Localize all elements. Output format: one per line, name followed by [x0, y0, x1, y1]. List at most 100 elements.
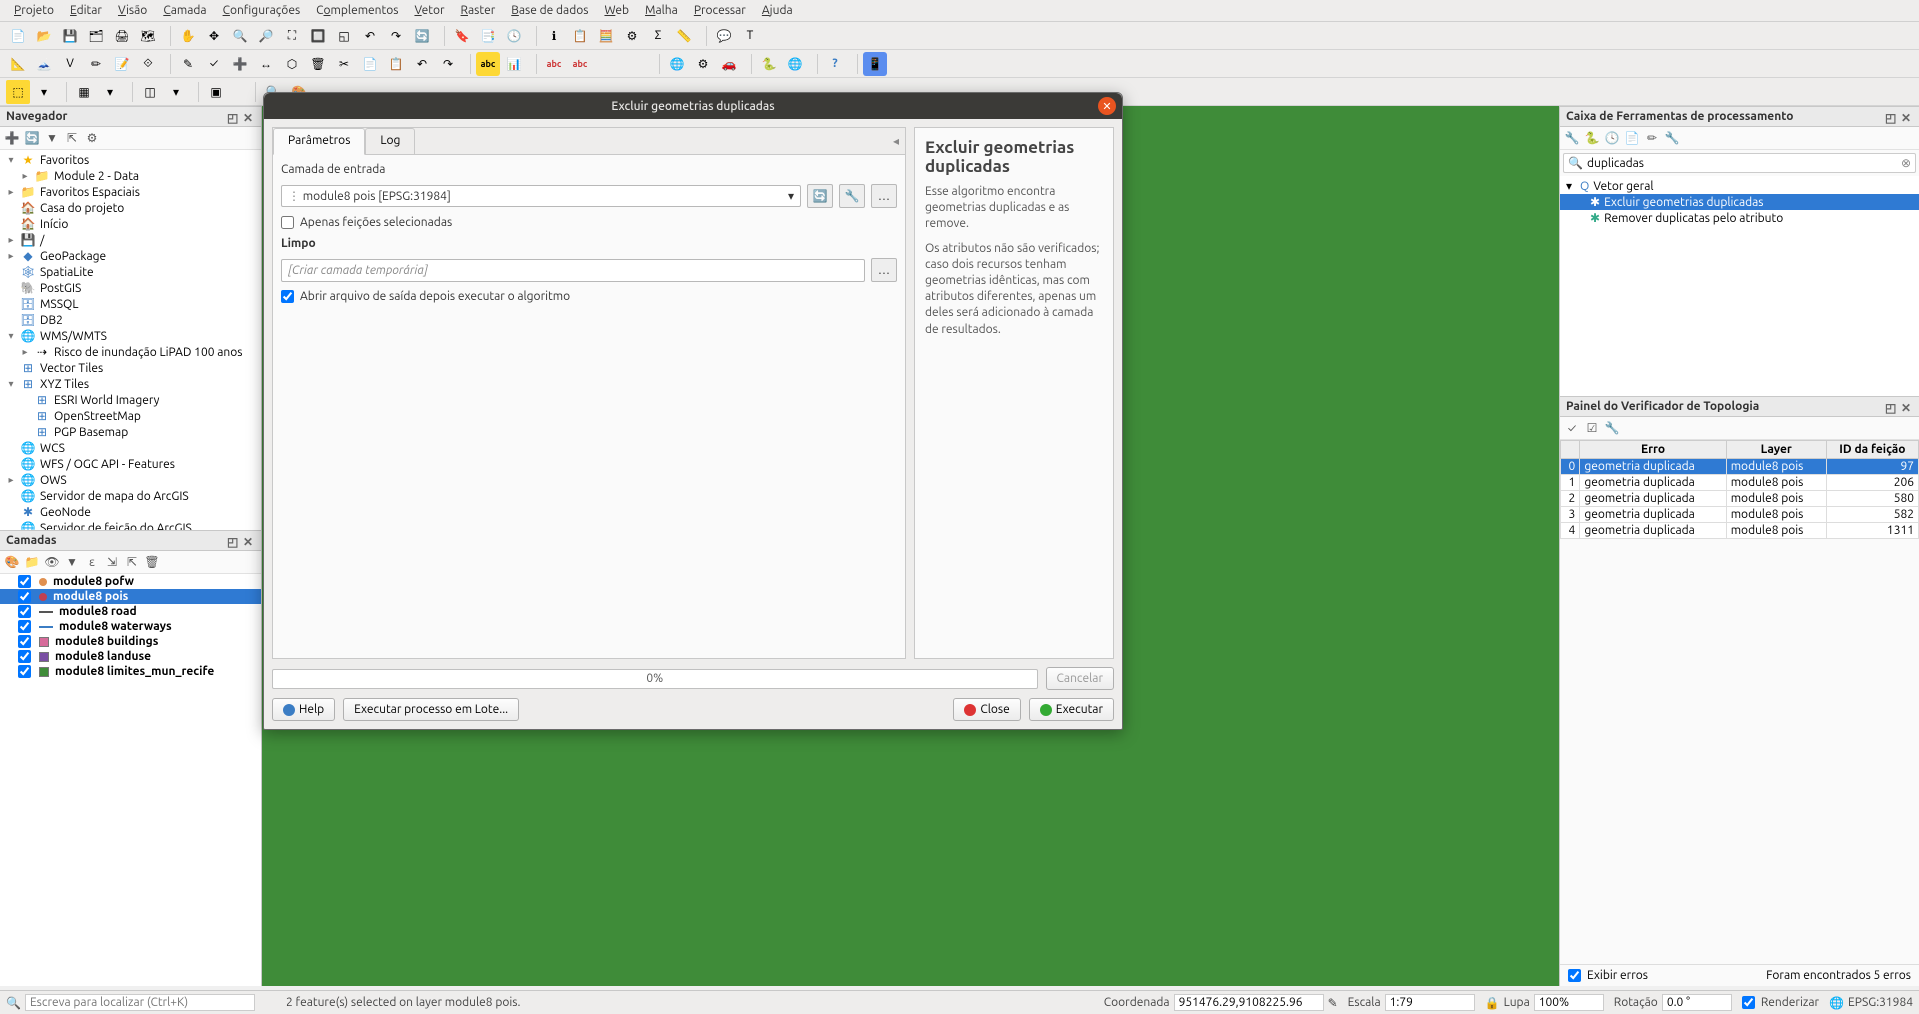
- measure-icon[interactable]: 📏: [672, 24, 696, 48]
- menu-camada[interactable]: Camada: [155, 2, 214, 19]
- browser-item[interactable]: ⊞PGP Basemap: [0, 424, 261, 440]
- new-bookmark-icon[interactable]: 🔖: [450, 24, 474, 48]
- crs-label[interactable]: EPSG:31984: [1848, 996, 1913, 1009]
- layers-style-icon[interactable]: 🎨: [4, 554, 20, 570]
- topology-config-icon[interactable]: 🔧: [1604, 420, 1620, 436]
- browser-item[interactable]: ▾⊞XYZ Tiles: [0, 376, 261, 392]
- browser-item[interactable]: ▾★Favoritos: [0, 152, 261, 168]
- toolbox-model-icon[interactable]: 🔧: [1564, 130, 1580, 146]
- plugins-icon[interactable]: 🌐: [783, 52, 807, 76]
- browser-item[interactable]: ⊞OpenStreetMap: [0, 408, 261, 424]
- output-input[interactable]: [Criar camada temporária]: [281, 259, 865, 282]
- toolbox-results-icon[interactable]: 📄: [1624, 130, 1640, 146]
- select-expr-icon[interactable]: ▾: [98, 80, 122, 104]
- open-after-checkbox[interactable]: Abrir arquivo de saída depois executar o…: [281, 290, 897, 303]
- dialog-titlebar[interactable]: Excluir geometrias duplicadas ✕: [264, 93, 1122, 119]
- browser-item[interactable]: ▸💾/: [0, 232, 261, 248]
- save-edits-icon[interactable]: ✓: [202, 52, 226, 76]
- zoom-last-icon[interactable]: ↶: [358, 24, 382, 48]
- zoom-selection-icon[interactable]: 🔲: [306, 24, 330, 48]
- toolbox-script-icon[interactable]: 🐍: [1584, 130, 1600, 146]
- render-toggle[interactable]: Renderizar: [1742, 996, 1819, 1009]
- output-browse-button[interactable]: …: [871, 258, 897, 282]
- add-vector-icon[interactable]: 📐: [6, 52, 30, 76]
- browser-item[interactable]: ⊞Vector Tiles: [0, 360, 261, 376]
- search-clear-icon[interactable]: ⊗: [1901, 156, 1911, 170]
- layers-add-group-icon[interactable]: 📁: [24, 554, 40, 570]
- paste-icon[interactable]: 📋: [384, 52, 408, 76]
- layer-row[interactable]: module8 waterways: [0, 619, 261, 634]
- zoom-next-icon[interactable]: ↷: [384, 24, 408, 48]
- browser-item[interactable]: 🌐Servidor de feição do ArcGIS: [0, 520, 261, 530]
- zoom-in-icon[interactable]: 🔍: [228, 24, 252, 48]
- pan-selection-icon[interactable]: ✥: [202, 24, 226, 48]
- browser-tree[interactable]: ▾★Favoritos▸📁Module 2 - Data▸📁Favoritos …: [0, 150, 261, 530]
- cut-icon[interactable]: ✂: [332, 52, 356, 76]
- browse-button[interactable]: …: [871, 184, 897, 208]
- redo-icon[interactable]: ↷: [436, 52, 460, 76]
- new-shapefile-icon[interactable]: V: [58, 52, 82, 76]
- menu-basedados[interactable]: Base de dados: [503, 2, 596, 19]
- help-icon[interactable]: ?: [823, 52, 847, 76]
- topology-row[interactable]: 3geometria duplicadamodule8 pois582: [1561, 507, 1919, 523]
- layers-remove-icon[interactable]: 🗑: [144, 554, 160, 570]
- tab-parametros[interactable]: Parâmetros: [273, 128, 365, 155]
- layers-list[interactable]: module8 pofwmodule8 poismodule8 roadmodu…: [0, 574, 261, 986]
- layer-row[interactable]: module8 pois: [0, 589, 261, 604]
- layer-row[interactable]: module8 landuse: [0, 649, 261, 664]
- browser-item[interactable]: ▸🌐OWS: [0, 472, 261, 488]
- select-all-icon[interactable]: ▦: [72, 80, 96, 104]
- topology-row[interactable]: 0geometria duplicadamodule8 pois97: [1561, 459, 1919, 475]
- close-button[interactable]: Close: [953, 698, 1020, 721]
- browser-item[interactable]: ✱GeoNode: [0, 504, 261, 520]
- label-diagram-icon[interactable]: 📊: [502, 52, 526, 76]
- browser-add-icon[interactable]: ➕: [4, 130, 20, 146]
- layout-icon[interactable]: 🖨: [110, 24, 134, 48]
- browser-refresh-icon[interactable]: 🔄: [24, 130, 40, 146]
- browser-undock-icon[interactable]: ◰: [227, 111, 239, 123]
- refresh-icon[interactable]: 🔄: [410, 24, 434, 48]
- browser-close-icon[interactable]: ✕: [243, 111, 255, 123]
- zoom-layer-icon[interactable]: ◱: [332, 24, 356, 48]
- collapse-help-icon[interactable]: ◂: [887, 128, 905, 154]
- browser-props-icon[interactable]: ⚙: [84, 130, 100, 146]
- identify-icon[interactable]: ℹ: [542, 24, 566, 48]
- pan-icon[interactable]: ✋: [176, 24, 200, 48]
- browser-item[interactable]: 🌐WCS: [0, 440, 261, 456]
- deselect-icon[interactable]: ◫: [138, 80, 162, 104]
- topology-table[interactable]: ErroLayerID da feição0geometria duplicad…: [1560, 440, 1919, 539]
- topology-valext-icon[interactable]: ☑: [1584, 420, 1600, 436]
- batch-button[interactable]: Executar processo em Lote...: [343, 698, 519, 721]
- menu-raster[interactable]: Raster: [453, 2, 504, 19]
- browser-item[interactable]: ▸⇢Risco de inundação LiPAD 100 anos: [0, 344, 261, 360]
- dialog-close-icon[interactable]: ✕: [1098, 97, 1116, 115]
- topology-validate-icon[interactable]: ✓: [1564, 420, 1580, 436]
- browser-item[interactable]: 🌐Servidor de mapa do ArcGIS: [0, 488, 261, 504]
- layers-collapse-icon[interactable]: ⇱: [124, 554, 140, 570]
- annotation-icon[interactable]: T: [738, 24, 762, 48]
- browser-item[interactable]: 🏠Casa do projeto: [0, 200, 261, 216]
- layers-expand-icon[interactable]: ⇲: [104, 554, 120, 570]
- mag-input[interactable]: [1534, 994, 1604, 1011]
- browser-item[interactable]: ▸📁Favoritos Espaciais: [0, 184, 261, 200]
- select-dropdown-icon[interactable]: ▾: [32, 80, 56, 104]
- deselect-dd-icon[interactable]: ▾: [164, 80, 188, 104]
- toolbox-item[interactable]: ✱ Remover duplicatas pelo atributo: [1560, 210, 1919, 226]
- coord-input[interactable]: [1174, 994, 1324, 1011]
- field-calc-icon[interactable]: 🧮: [594, 24, 618, 48]
- toolbox-edit-icon[interactable]: ✏: [1644, 130, 1660, 146]
- browser-item[interactable]: 🗄MSSQL: [0, 296, 261, 312]
- browser-item[interactable]: 🐘PostGIS: [0, 280, 261, 296]
- new-project-icon[interactable]: 📄: [6, 24, 30, 48]
- select-rect-icon[interactable]: ⬚: [6, 80, 30, 104]
- browser-item[interactable]: 🕸SpatiaLite: [0, 264, 261, 280]
- menu-web[interactable]: Web: [596, 2, 637, 19]
- layer-row[interactable]: module8 limites_mun_recife: [0, 664, 261, 679]
- toolbox-icon[interactable]: ⚙: [620, 24, 644, 48]
- python-icon[interactable]: 🐍: [757, 52, 781, 76]
- layer-row[interactable]: module8 buildings: [0, 634, 261, 649]
- browser-item[interactable]: ⊞ESRI World Imagery: [0, 392, 261, 408]
- layers-filter-icon[interactable]: ▼: [64, 554, 80, 570]
- layer-row[interactable]: module8 road: [0, 604, 261, 619]
- layers-undock-icon[interactable]: ◰: [227, 535, 239, 547]
